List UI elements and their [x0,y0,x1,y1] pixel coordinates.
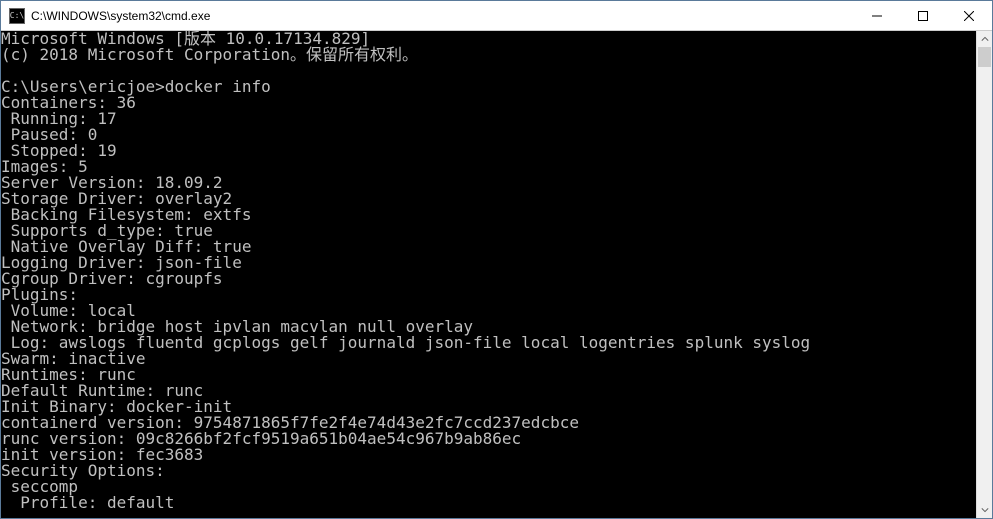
console-area: Microsoft Windows [版本 10.0.17134.829] (c… [1,31,992,518]
scrollbar-up-button[interactable] [977,31,992,47]
window-title: C:\WINDOWS\system32\cmd.exe [25,9,854,23]
cmd-icon: C:\ [9,8,25,24]
maximize-icon [918,11,928,21]
console-output[interactable]: Microsoft Windows [版本 10.0.17134.829] (c… [1,31,976,518]
chevron-down-icon [981,506,989,514]
minimize-icon [872,11,882,21]
vertical-scrollbar[interactable] [976,31,992,518]
chevron-up-icon [981,35,989,43]
maximize-button[interactable] [900,1,946,30]
minimize-button[interactable] [854,1,900,30]
scrollbar-thumb[interactable] [978,47,991,67]
close-icon [964,11,974,21]
close-button[interactable] [946,1,992,30]
scrollbar-down-button[interactable] [977,502,992,518]
window-controls [854,1,992,30]
titlebar: C:\ C:\WINDOWS\system32\cmd.exe [1,1,992,31]
cmd-window: C:\ C:\WINDOWS\system32\cmd.exe Microsof… [0,0,993,519]
